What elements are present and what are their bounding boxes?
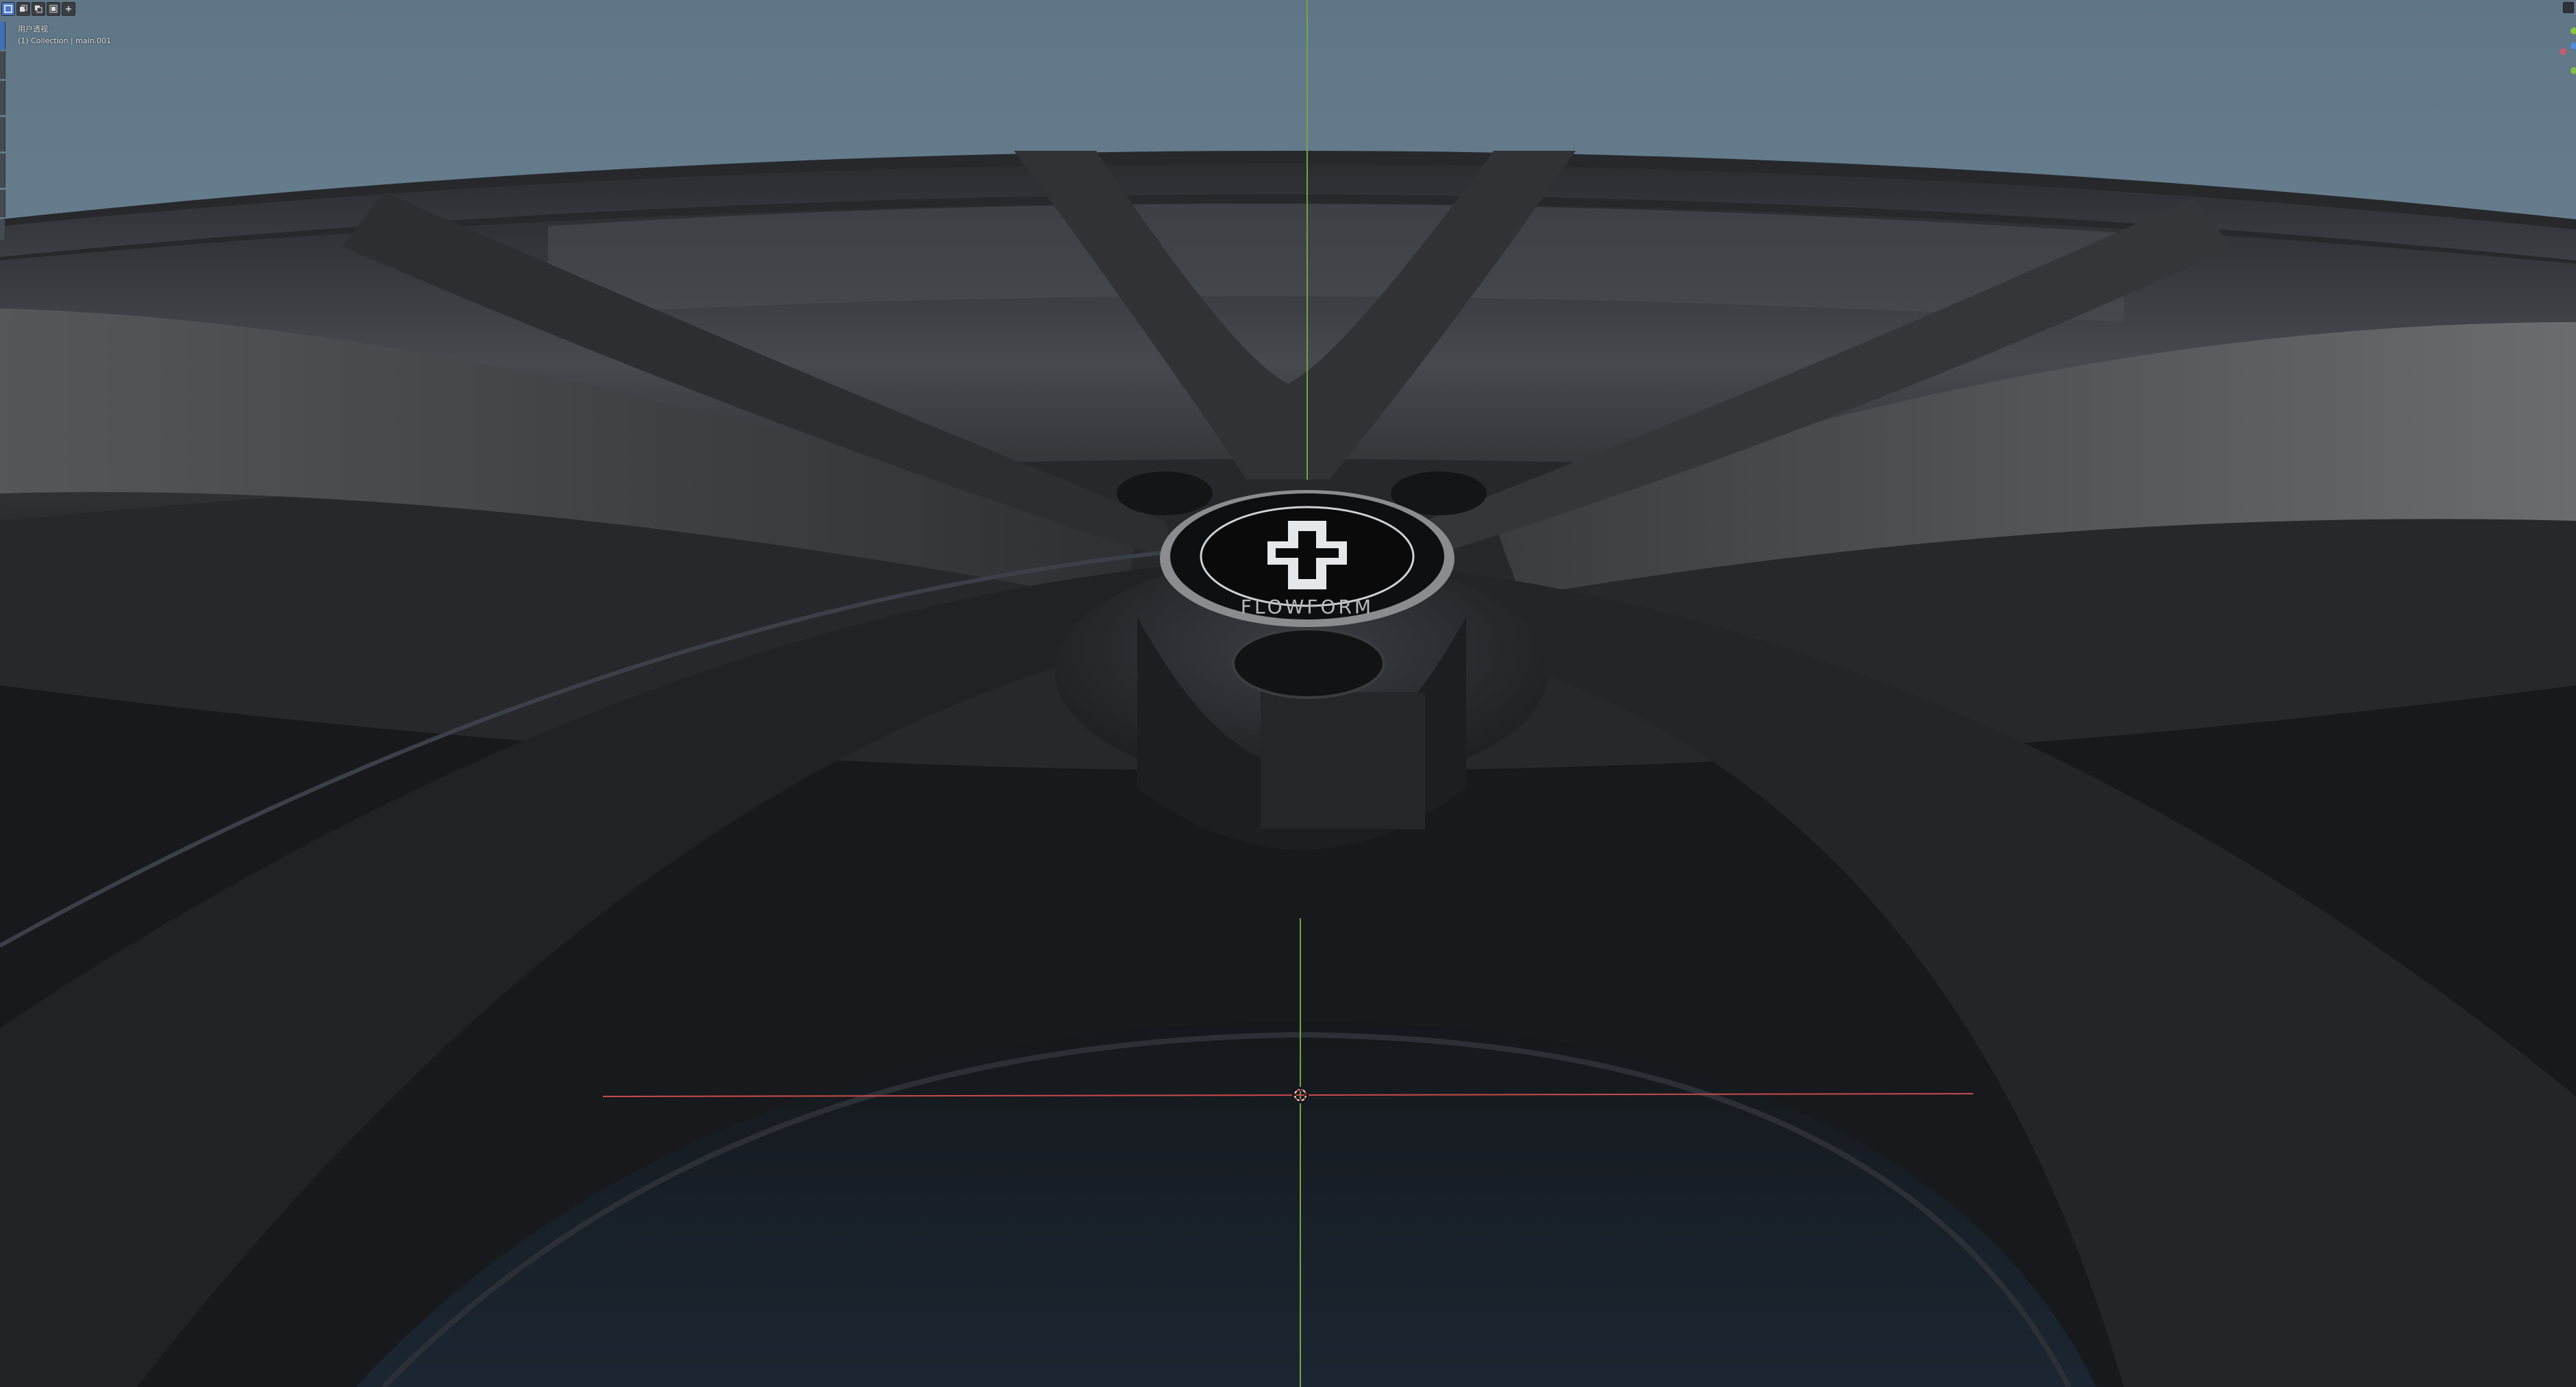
x-axis-icon[interactable]	[2560, 48, 2566, 55]
toolshelf-rotate-tool[interactable]	[0, 117, 5, 151]
select-intersect-icon	[66, 6, 71, 12]
3d-viewport[interactable]: FLOWFORM 用户透视 (1) Collection | main.001	[0, 0, 2576, 1387]
view-name-text: 用户透视	[18, 25, 48, 34]
toolshelf	[0, 22, 7, 248]
navigation-gizmo[interactable]	[2549, 0, 2576, 82]
3d-cursor-icon[interactable]	[1292, 1087, 1309, 1103]
wheel-render: FLOWFORM	[0, 0, 2576, 1387]
viewport-info: 用户透视 (1) Collection | main.001	[18, 23, 111, 47]
select-mode-toolbar	[1, 2, 75, 17]
select-extend-button[interactable]	[16, 2, 30, 16]
select-intersect-button[interactable]	[62, 2, 75, 16]
select-invert-icon	[49, 5, 58, 13]
collection-text: (1) Collection | main.001	[18, 36, 112, 45]
gizmo-toggle-button[interactable]	[2563, 2, 2574, 13]
toolshelf-move-tool[interactable]	[0, 81, 5, 115]
select-extend-icon	[20, 5, 27, 12]
y-axis-icon[interactable]	[2571, 27, 2576, 34]
toolshelf-cursor-tool[interactable]	[0, 51, 5, 79]
select-subtract-button[interactable]	[32, 2, 45, 16]
select-subtract-icon	[35, 5, 42, 13]
select-box-icon	[4, 5, 12, 13]
toolshelf-transform-tool[interactable]	[0, 190, 5, 217]
neg-y-axis-icon[interactable]	[2571, 67, 2576, 74]
select-invert-button[interactable]	[47, 2, 60, 16]
select-box-button[interactable]	[1, 2, 15, 16]
z-axis-icon[interactable]	[2571, 42, 2576, 49]
toolshelf-scale-tool[interactable]	[0, 154, 5, 188]
toolshelf-annotate-tool[interactable]	[0, 219, 5, 240]
toolshelf-select-tool[interactable]	[0, 22, 5, 49]
emblem-text: FLOWFORM	[1241, 596, 1374, 618]
